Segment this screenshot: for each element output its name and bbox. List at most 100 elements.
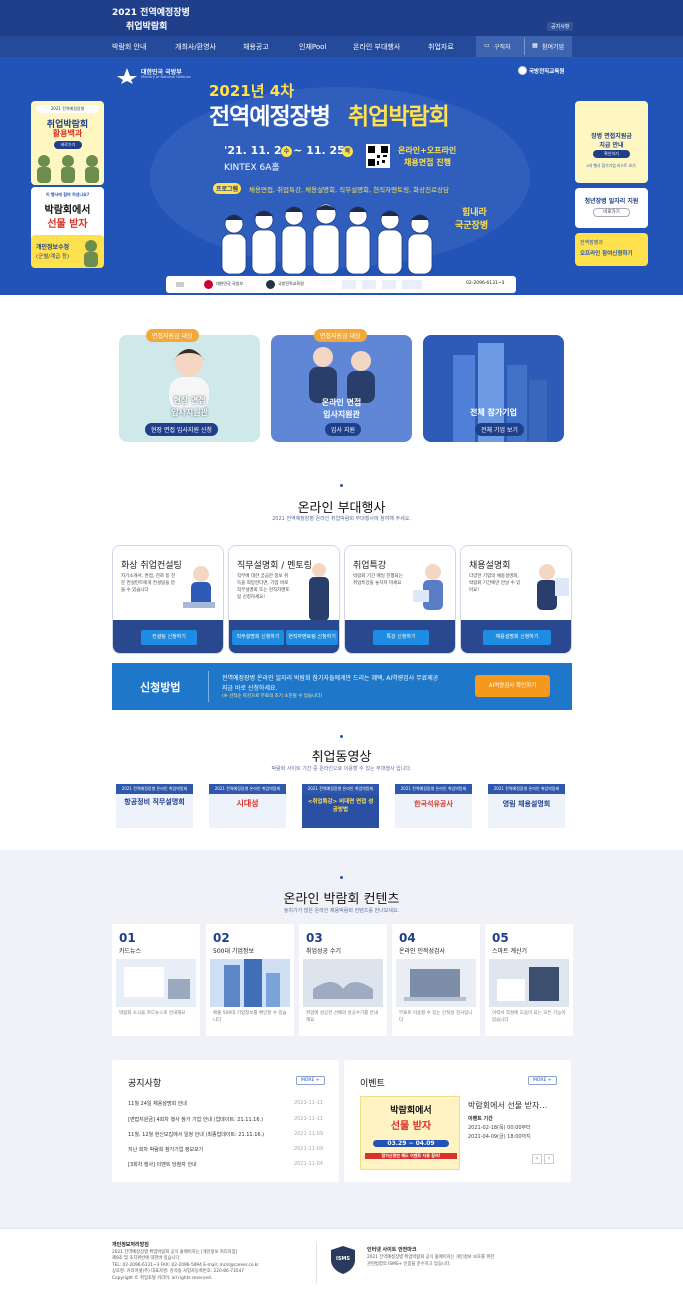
- footer-divider: [316, 1243, 317, 1283]
- site-logo[interactable]: 2021 전역예정장병: [112, 8, 190, 18]
- banner-youth-jobs[interactable]: 청년장병 일자리 지원 바로가기: [575, 188, 648, 228]
- content2-desc: 매출 500대 기업정보를 확인할 수 있습니다: [213, 1011, 287, 1023]
- notice-row[interactable]: 11월 24일 채용설명회 안내 2021-11-11: [128, 1100, 323, 1107]
- nav-item-talent-pool[interactable]: 인재Pool: [299, 42, 326, 52]
- chevron-right-icon[interactable]: ›: [544, 1154, 554, 1164]
- online-events-title: 온라인 부대행사: [297, 501, 386, 516]
- privacy-policy-link[interactable]: 개인정보처리방침: [112, 1242, 149, 1249]
- mentoring-apply-button[interactable]: 현직자멘토링 신청하기: [286, 630, 338, 645]
- video-thumb-4[interactable]: 2021 전역예정장병 온라인 취업박람회 한국석유공사: [395, 784, 472, 828]
- card-online-interview[interactable]: 온라인 면접 입사지원관 입사 지원: [271, 335, 412, 442]
- video-thumb-3[interactable]: 2021 전역예정장병 온라인 취업박람회 <취업특강> 비대면 면접 성공방법: [302, 784, 379, 828]
- apply-divider: [208, 671, 209, 702]
- recruit-briefing-apply-button[interactable]: 채용설명회 신청하기: [483, 630, 551, 645]
- video3-top: 2021 전역예정장병 온라인 취업박람회: [302, 784, 379, 794]
- partner-logo-icon: [362, 280, 376, 289]
- notice-more-button[interactable]: MORE +: [296, 1076, 325, 1085]
- content4-desc: 무료로 이용할 수 있는 인적성 검사입니다: [399, 1011, 473, 1023]
- banner1-top: 2021 전역예정장병: [36, 105, 99, 113]
- notice-row-date: 2021-11-11: [293, 1100, 323, 1106]
- qr-code-icon[interactable]: [366, 144, 390, 168]
- card2-title1: 온라인 면접: [321, 398, 362, 407]
- content-card-4[interactable]: 04 온라인 인적성검사 무료로 이용할 수 있는 인적성 검사입니다: [392, 924, 480, 1036]
- event-img-sub: 참가신청만 해도 이벤트 자동 참여!: [365, 1153, 457, 1159]
- banner-interview-fund[interactable]: 장병 면접지원금 지급 안내 확인하기 4차 행사 참가기업 리스트 보기: [575, 101, 648, 183]
- video1-top: 2021 전역예정장병 온라인 취업박람회: [116, 784, 193, 794]
- event-more-button[interactable]: MORE +: [528, 1076, 557, 1085]
- notice-row-text: 11월, 12월 현신모집에서 일정 안내 (최종업데이트: 21.11.16.…: [128, 1132, 265, 1138]
- slogan2: 국군장병: [455, 221, 489, 231]
- content5-num: 05: [492, 931, 509, 945]
- program-tag: 프로그램: [213, 183, 242, 194]
- sponsor-bar: 대한민국 국방부 국방전직교육원 02-2096-6131~3: [166, 276, 516, 293]
- event-card-recruit-briefing: 채용설명회 다양한 기업의 채용설명회, 박람회 기간에만 만날 수 있어요! …: [460, 545, 572, 654]
- video-thumb-5[interactable]: 2021 전역예정장병 온라인 취업박람회 영림 채용설명회: [488, 784, 565, 828]
- chevron-left-icon[interactable]: ‹: [532, 1154, 542, 1164]
- event4-title: 채용설명회: [469, 561, 511, 571]
- notice-row[interactable]: 지난 회차 박람회 참가기업 정보보기 2021-11-09: [128, 1146, 323, 1153]
- content-card-3[interactable]: 03 취업성공 수기 취업에 성공한 선배의 성공수기를 안내해요: [299, 924, 387, 1036]
- event-period-label: 이벤트 기간: [468, 1116, 493, 1122]
- content3-num: 03: [306, 931, 323, 945]
- header: 2021 전역예정장병 취업박람회 공지사항: [0, 0, 683, 36]
- notice-row[interactable]: [3회차 행사] 이벤트 당첨자 안내 2021-11-04: [128, 1161, 323, 1168]
- event2-desc: 직무에 대한 궁금한 정보 취득을 희망한다면, 기업 바로 직무설명회 또는 …: [237, 574, 290, 600]
- event-card-mentoring: 직무설명회 / 멘토링 직무에 대한 궁금한 정보 취득을 희망한다면, 기업 …: [228, 545, 340, 654]
- site-logo-sub[interactable]: 취업박람회: [126, 19, 167, 32]
- hero-title-a: 전역예정장병: [209, 104, 331, 130]
- nav-item-online-events[interactable]: 온라인 부대행사: [353, 42, 400, 52]
- rbanner1-line2: 지급 안내: [599, 142, 624, 149]
- banner-fair-guide[interactable]: 2021 전역예정장병 취업박람회 활용백과 바로가기: [31, 101, 104, 185]
- banner-edit-profile[interactable]: 개인정보수정 (군별/계급 등): [31, 235, 104, 268]
- card1-title2: 입사지원관: [171, 408, 208, 417]
- content-card-5[interactable]: 05 스마트 계산기 이력서 작성에 도움이 되는 모든 기능이 있습니다: [485, 924, 573, 1036]
- content5-desc: 이력서 작성에 도움이 되는 모든 기능이 있습니다: [492, 1011, 566, 1023]
- banner-offline-apply[interactable]: 전역장병과 오프라인 참여신청하기: [575, 233, 648, 266]
- card2-button[interactable]: 입사 지원: [325, 423, 361, 436]
- notice-row-text: [면접지원금] 4회차 행사 참가 기업 안내 (업데이트: 21.11.16.…: [128, 1117, 264, 1123]
- rbanner2-button[interactable]: 바로가기: [593, 208, 630, 217]
- card1-button[interactable]: 현장 면접 입사지원 신청: [145, 423, 218, 436]
- content-card-1[interactable]: 01 카드뉴스 박람회 소식을 카드뉴스로 안내해요: [112, 924, 200, 1036]
- video5-text: 영림 채용설명회: [502, 800, 551, 808]
- notice-row-date: 2021-11-09: [293, 1131, 323, 1137]
- divider: [524, 38, 525, 55]
- banner2-line2: 선물 받자: [47, 219, 88, 230]
- util-notice-link[interactable]: 공지사항: [547, 22, 574, 31]
- nav-item-job-data[interactable]: 취업자료: [428, 42, 454, 52]
- job-briefing-apply-button[interactable]: 직무설명회 신청하기: [232, 630, 284, 645]
- nav-item-jobs[interactable]: 채용공고: [243, 42, 269, 52]
- rbanner1-sub[interactable]: 4차 행사 참가기업 리스트 보기: [581, 163, 641, 169]
- lecture-apply-button[interactable]: 특강 신청하기: [373, 630, 429, 645]
- rbanner1-line1: 장병 면접지원금: [591, 133, 632, 140]
- footer-line: 2021 전역예정장병 취업박람회 공식 홈페이지는 개인정보 보호를 위한: [367, 1255, 495, 1260]
- rbanner1-button[interactable]: 확인하기: [593, 150, 630, 158]
- sponsor-kidi: 국방전직교육원: [278, 281, 304, 286]
- notice-row[interactable]: 11월, 12월 현신모집에서 일정 안내 (최종업데이트: 21.11.16.…: [128, 1131, 323, 1138]
- event-image[interactable]: 박람회에서 선물 받자 03.29 ~ 04.09 참가신청만 해도 이벤트 자…: [360, 1096, 460, 1170]
- company-tab[interactable]: 참여기업: [542, 42, 564, 51]
- card3-button[interactable]: 전체 기업 보기: [475, 423, 524, 436]
- banner-gift-event[interactable]: 이 행사에 참여 하셨나요? 박람회에서 선물 받자: [31, 187, 104, 241]
- banner1-button[interactable]: 바로가기: [54, 141, 82, 149]
- nav-item-fair-info[interactable]: 박람회 안내: [112, 42, 146, 52]
- content5-title: 스마트 계산기: [492, 948, 528, 955]
- video2-text: 시대성: [236, 799, 259, 808]
- card-news-image: [116, 959, 196, 1007]
- nav-item-greeting[interactable]: 개최사/환영사: [175, 42, 216, 52]
- card-onsite-interview[interactable]: 현장 면접 입사지원관 현장 면접 입사지원 신청: [119, 335, 260, 442]
- seeker-tab[interactable]: 구직자: [494, 42, 511, 51]
- event-img-date: 03.29 ~ 04.09: [373, 1140, 449, 1147]
- kidi-name: 국방전직교육원: [529, 69, 565, 75]
- card-all-companies[interactable]: 전체 참가기업 전체 기업 보기: [423, 335, 564, 442]
- video-thumb-1[interactable]: 2021 전역예정장병 온라인 취업박람회 항공정비 직무설명회: [116, 784, 193, 828]
- footer: 개인정보처리방침 2021 전역예정장병 취업박람회 공식 홈페이지는 [개인정…: [0, 1228, 683, 1296]
- mnd-emblem-icon: [116, 67, 138, 85]
- ai-test-button[interactable]: AI역량검사 확인하기: [475, 675, 550, 697]
- event-img-line2: 선물 받자: [390, 1121, 432, 1132]
- event-name[interactable]: 박람회에서 선물 받자…: [468, 1100, 547, 1111]
- notice-row[interactable]: [면접지원금] 4회차 행사 참가 기업 안내 (업데이트: 21.11.16.…: [128, 1116, 323, 1123]
- consulting-apply-button[interactable]: 컨설팅 신청하기: [141, 630, 197, 645]
- content-card-2[interactable]: 02 500대 기업정보 매출 500대 기업정보를 확인할 수 있습니다: [206, 924, 294, 1036]
- video-thumb-2[interactable]: 2021 전역예정장병 온라인 취업박람회 시대성: [209, 784, 286, 828]
